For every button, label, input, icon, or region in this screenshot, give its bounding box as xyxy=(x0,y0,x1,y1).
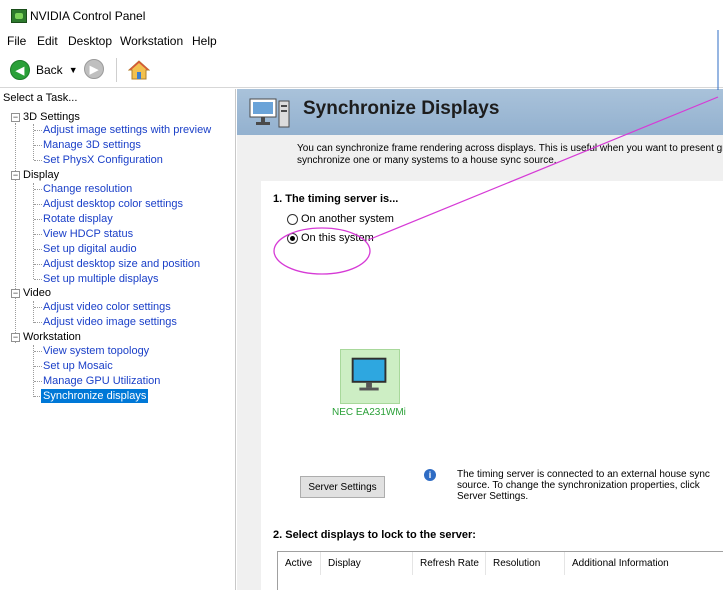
section-select-displays: 2. Select displays to lock to the server… xyxy=(273,529,476,541)
content-panel: Synchronize Displays You can synchronize… xyxy=(237,89,723,590)
task-tree-panel: Select a Task... − 3D Settings Adjust im… xyxy=(0,89,236,590)
home-icon[interactable] xyxy=(128,59,150,81)
tree-category-3d-settings[interactable]: 3D Settings xyxy=(23,111,80,123)
window-title: NVIDIA Control Panel xyxy=(30,9,146,23)
column-header-refresh-rate[interactable]: Refresh Rate xyxy=(413,552,486,575)
tree-item-change-resolution[interactable]: Change resolution xyxy=(43,183,132,195)
tree-item-desktop-color-settings[interactable]: Adjust desktop color settings xyxy=(43,198,183,210)
tree-category-display[interactable]: Display xyxy=(23,169,59,181)
expand-display-toggle[interactable]: − xyxy=(11,171,20,180)
expand-video-toggle[interactable]: − xyxy=(11,289,20,298)
page-description: You can synchronize frame rendering acro… xyxy=(297,143,723,167)
page-title: Synchronize Displays xyxy=(303,98,500,119)
tree-item-adjust-image-settings[interactable]: Adjust image settings with preview xyxy=(43,124,211,136)
tree-category-workstation[interactable]: Workstation xyxy=(23,331,81,343)
display-tile[interactable] xyxy=(340,349,400,404)
display-name-label: NEC EA231WMi xyxy=(332,407,406,418)
displays-table: Active Display Refresh Rate Resolution A… xyxy=(277,551,723,590)
radio-button[interactable] xyxy=(287,213,298,225)
tree-item-desktop-size-position[interactable]: Adjust desktop size and position xyxy=(43,258,200,270)
tree-item-physx-configuration[interactable]: Set PhysX Configuration xyxy=(43,154,163,166)
menu-bar: File Edit Desktop Workstation Help xyxy=(0,31,723,50)
tree-item-synchronize-displays[interactable]: Synchronize displays xyxy=(41,389,149,403)
menu-file[interactable]: File xyxy=(7,34,26,48)
tree-item-video-image-settings[interactable]: Adjust video image settings xyxy=(43,316,177,328)
column-header-display[interactable]: Display xyxy=(321,552,413,575)
menu-desktop[interactable]: Desktop xyxy=(68,34,112,48)
expand-3d-settings-toggle[interactable]: − xyxy=(11,113,20,122)
section-timing-server: 1. The timing server is... xyxy=(273,193,399,205)
description-line: synchronize one or many systems to a hou… xyxy=(297,155,557,166)
radio-on-this-system[interactable]: On this system xyxy=(287,232,374,244)
radio-label: On this system xyxy=(301,232,374,244)
tree-item-digital-audio[interactable]: Set up digital audio xyxy=(43,243,137,255)
column-header-active[interactable]: Active xyxy=(278,552,321,575)
sync-displays-icon xyxy=(249,98,290,128)
menu-workstation[interactable]: Workstation xyxy=(120,34,183,48)
column-header-additional-info[interactable]: Additional Information xyxy=(565,552,723,575)
back-arrow-icon: ◀ xyxy=(10,60,30,80)
info-line: The timing server is connected to an ext… xyxy=(457,469,710,480)
column-header-resolution[interactable]: Resolution xyxy=(486,552,565,575)
info-line: Server Settings. xyxy=(457,491,529,502)
tree-item-rotate-display[interactable]: Rotate display xyxy=(43,213,113,225)
tree-item-system-topology[interactable]: View system topology xyxy=(43,345,149,357)
menu-edit[interactable]: Edit xyxy=(37,34,58,48)
description-line: You can synchronize frame rendering acro… xyxy=(297,143,723,154)
monitor-icon xyxy=(351,357,387,391)
tree-item-set-up-mosaic[interactable]: Set up Mosaic xyxy=(43,360,113,372)
title-bar: NVIDIA Control Panel xyxy=(0,0,723,30)
info-line: source. To change the synchronization pr… xyxy=(457,480,700,491)
task-panel-header: Select a Task... xyxy=(3,92,78,104)
menu-help[interactable]: Help xyxy=(192,34,217,48)
tree-category-video[interactable]: Video xyxy=(23,287,51,299)
page-banner: Synchronize Displays xyxy=(237,89,723,135)
radio-label: On another system xyxy=(301,213,394,225)
nvidia-logo-icon xyxy=(11,9,27,23)
toolbar: ◀ Back ▼ ▶ xyxy=(0,52,723,88)
info-icon: i xyxy=(424,469,436,481)
chevron-down-icon[interactable]: ▼ xyxy=(69,65,78,75)
tree-item-manage-3d-settings[interactable]: Manage 3D settings xyxy=(43,139,141,151)
info-text: The timing server is connected to an ext… xyxy=(457,469,717,502)
radio-button-selected[interactable] xyxy=(287,232,298,244)
back-button[interactable]: ◀ Back ▼ xyxy=(10,59,78,81)
radio-on-another-system[interactable]: On another system xyxy=(287,213,394,225)
server-settings-button[interactable]: Server Settings xyxy=(300,476,385,498)
expand-workstation-toggle[interactable]: − xyxy=(11,333,20,342)
tree-item-video-color-settings[interactable]: Adjust video color settings xyxy=(43,301,171,313)
back-label: Back xyxy=(36,63,63,77)
tree-item-hdcp-status[interactable]: View HDCP status xyxy=(43,228,133,240)
tree-item-gpu-utilization[interactable]: Manage GPU Utilization xyxy=(43,375,160,387)
settings-area: 1. The timing server is... On another sy… xyxy=(261,181,723,590)
tree-item-multiple-displays[interactable]: Set up multiple displays xyxy=(43,273,159,285)
toolbar-divider xyxy=(116,58,117,82)
forward-button[interactable]: ▶ xyxy=(84,59,104,79)
